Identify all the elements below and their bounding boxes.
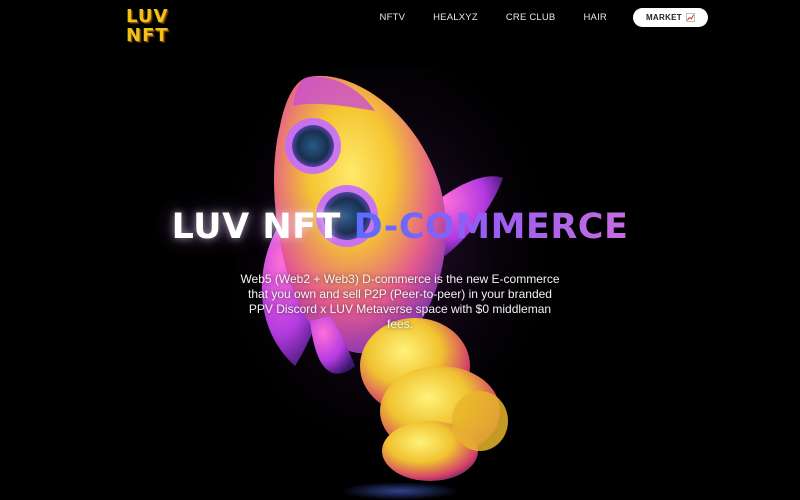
hero-description: Web5 (Web2 + Web3) D-commerce is the new… xyxy=(240,272,560,331)
nav-item-nftv[interactable]: NFTV xyxy=(380,12,406,23)
bottom-glow xyxy=(340,482,460,500)
hero-title-highlight: D-COMMERCE xyxy=(353,207,629,247)
market-button-label: MARKET xyxy=(645,13,682,22)
nav-item-hair[interactable]: HAIR xyxy=(583,12,607,23)
logo-line-2: NFT xyxy=(126,25,169,46)
hero-title-brand: LUV NFT xyxy=(171,207,341,247)
page: LUV NFT NFTV HEALXYZ CRE CLUB HAIR MARKE… xyxy=(0,0,800,500)
nav-item-healxyz[interactable]: HEALXYZ xyxy=(433,12,478,23)
top-nav: NFTV HEALXYZ CRE CLUB HAIR MARKET xyxy=(380,8,708,27)
brand-logo[interactable]: LUV NFT xyxy=(126,5,169,47)
logo-line-1: LUV xyxy=(126,6,169,27)
hero-title: LUV NFT D-COMMERCE xyxy=(0,203,800,251)
nav-item-cre-club[interactable]: CRE CLUB xyxy=(506,12,556,23)
market-button[interactable]: MARKET xyxy=(632,8,708,27)
chart-up-icon xyxy=(686,13,695,22)
